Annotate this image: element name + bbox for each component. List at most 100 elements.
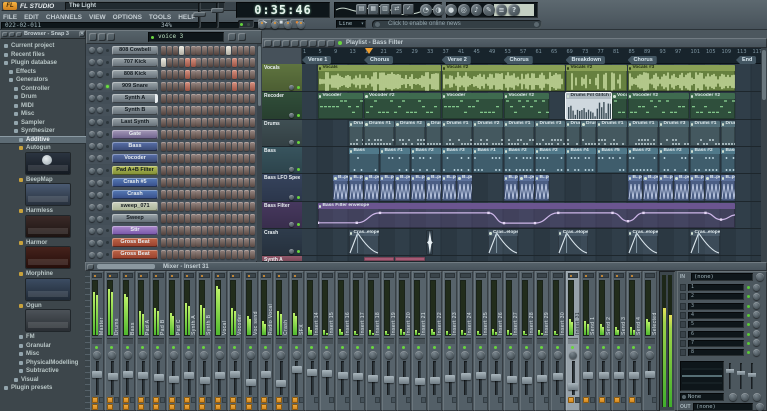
rack-scroll-handle[interactable] (258, 46, 261, 106)
step-cell[interactable] (173, 82, 178, 91)
step-cell[interactable] (196, 70, 201, 79)
browser-item-plugin-presets[interactable]: Plugin presets (0, 384, 86, 393)
mixer-strip-vocoder[interactable]: Vocoder (228, 271, 242, 411)
channel-volume-knob[interactable] (97, 107, 103, 113)
track-record-led[interactable] (297, 196, 300, 199)
fx-slot-led[interactable] (747, 342, 750, 345)
step-cell[interactable] (214, 46, 219, 55)
rack-toolbar-button-2[interactable] (98, 33, 106, 41)
strip-fx-enable-button[interactable] (230, 397, 236, 403)
strip-fader-handle[interactable] (583, 372, 593, 379)
channel-pan-knob[interactable] (89, 143, 95, 149)
track-header-bass-filter[interactable]: Bass Filter (262, 202, 302, 229)
step-cell[interactable] (214, 118, 219, 127)
step-cell[interactable] (185, 154, 190, 163)
step-cell[interactable] (191, 118, 196, 127)
strip-mute-button[interactable] (391, 397, 396, 403)
strip-mute-button[interactable] (406, 397, 411, 403)
browser-item-morphine[interactable]: Morphine (0, 270, 86, 279)
strip-mute-button[interactable] (314, 397, 319, 403)
strip-fx-enable-button[interactable] (599, 397, 605, 403)
clip-vocoder[interactable]: Vocoder (442, 93, 503, 119)
step-cell[interactable] (191, 190, 196, 199)
clip-b-pe[interactable]: B..pe (690, 175, 705, 201)
strip-mute-button[interactable] (345, 397, 350, 403)
marker-chorus[interactable]: Chorus (504, 56, 533, 64)
rack-toolbar-button-1[interactable] (89, 33, 97, 41)
step-cell[interactable] (161, 202, 166, 211)
step-cell[interactable] (232, 214, 237, 223)
step-cell[interactable] (238, 154, 243, 163)
track-record-led[interactable] (297, 223, 300, 226)
strip-fader-handle[interactable] (200, 377, 210, 384)
strip-pan-knob[interactable] (93, 351, 101, 359)
clip-synth-b[interactable] (395, 257, 425, 261)
step-cell[interactable] (161, 94, 166, 103)
channel-pan-knob[interactable] (89, 119, 95, 125)
clip-vocals-2[interactable]: Vocals #2 (442, 65, 565, 91)
step-cell[interactable] (226, 178, 231, 187)
strip-enable-led[interactable] (279, 346, 282, 349)
channel-button-pad-a-b-filter[interactable]: Pad A+B Filter (112, 166, 158, 175)
step-cell[interactable] (238, 130, 243, 139)
browser-item-additive[interactable]: Additive (0, 136, 86, 145)
fx-in-selector[interactable]: (none) (691, 273, 753, 281)
step-cell[interactable] (244, 214, 249, 223)
step-cell[interactable] (179, 226, 184, 235)
step-cell[interactable] (226, 166, 231, 175)
step-cell[interactable] (191, 178, 196, 187)
strip-pan-knob[interactable] (354, 351, 362, 359)
clip-cras-elope[interactable]: Cras..elope (558, 230, 588, 255)
strip-mute-button[interactable] (513, 397, 518, 403)
step-cell[interactable] (185, 250, 190, 259)
step-cell[interactable] (161, 142, 166, 151)
step-cell[interactable] (196, 130, 201, 139)
strip-fader-handle[interactable] (215, 372, 225, 379)
strip-pan-knob[interactable] (600, 351, 608, 359)
step-cell[interactable] (185, 94, 190, 103)
master-volume-handle[interactable] (193, 12, 206, 17)
step-cell[interactable] (220, 58, 225, 67)
step-cell[interactable] (208, 202, 213, 211)
channel-enable-led[interactable] (106, 241, 109, 244)
step-cell[interactable] (191, 46, 196, 55)
mixer-strip-insert-26[interactable]: Insert 26 (489, 271, 503, 411)
fx-slot-8[interactable]: 8 (688, 349, 744, 356)
step-cell[interactable] (214, 94, 219, 103)
step-cell[interactable] (185, 226, 190, 235)
tempo-nudge-knob-2[interactable] (271, 21, 279, 29)
strip-pan-knob[interactable] (247, 351, 255, 359)
harmless-thumbnail[interactable] (26, 216, 70, 237)
mixer-strip-bass[interactable]: Bass (121, 271, 135, 411)
master-pitch-slider[interactable] (216, 2, 219, 28)
step-cell[interactable] (238, 94, 243, 103)
tempo-nudge-knob-1[interactable] (258, 21, 266, 29)
clip-bass-2[interactable]: Bass #2 (504, 148, 534, 173)
step-cell[interactable] (208, 118, 213, 127)
clip-b-pe[interactable]: B..pe (364, 175, 379, 201)
strip-fx-enable-button[interactable] (629, 397, 635, 403)
step-cell[interactable] (161, 250, 166, 259)
channel-volume-knob[interactable] (97, 180, 103, 186)
clip-bass-5[interactable]: Bass #5 (597, 148, 627, 173)
channel-enable-led[interactable] (106, 133, 109, 136)
step-cell[interactable] (208, 178, 213, 187)
channel-button-808-cowbell[interactable]: 808 Cowbell (112, 46, 158, 55)
step-cell[interactable] (161, 130, 166, 139)
step-cell[interactable] (173, 130, 178, 139)
step-cell[interactable] (202, 106, 207, 115)
strip-pan-knob[interactable] (277, 351, 285, 359)
step-cell[interactable] (173, 226, 178, 235)
step-cell[interactable] (244, 58, 249, 67)
channel-enable-led[interactable] (106, 85, 109, 88)
step-cell[interactable] (250, 214, 255, 223)
fx-slot-3[interactable]: 3 (688, 303, 744, 310)
channel-button-808-kick[interactable]: 808 Kick (112, 70, 158, 79)
channel-pan-knob[interactable] (89, 228, 95, 234)
fx-slot-led[interactable] (747, 333, 750, 336)
step-cell[interactable] (173, 106, 178, 115)
browser-item-effects[interactable]: Effects (0, 68, 86, 77)
clip-b-pe[interactable]: B..pe (519, 175, 534, 201)
strip-mute-button[interactable] (160, 397, 165, 403)
strip-fx-enable-button[interactable] (169, 404, 175, 410)
